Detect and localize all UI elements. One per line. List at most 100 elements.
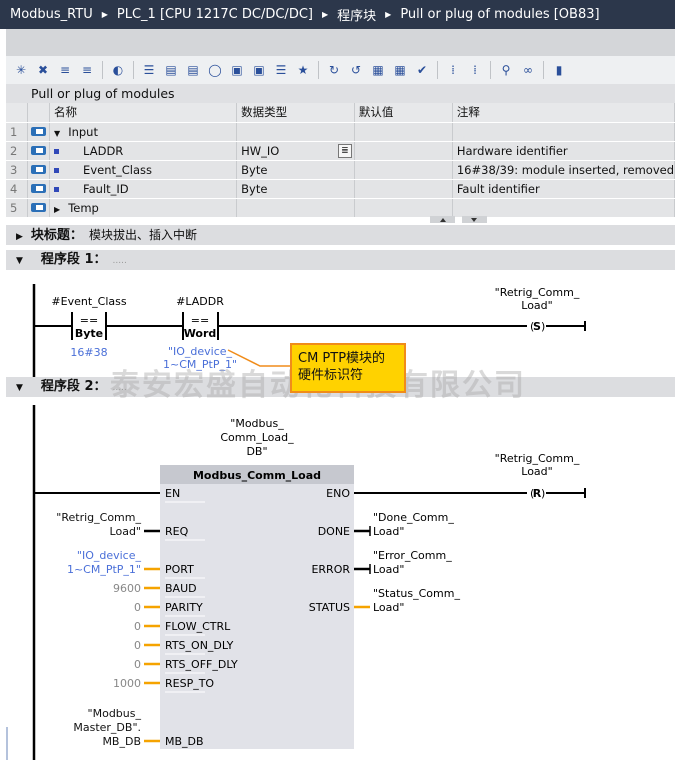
row-number: 2 (6, 141, 29, 161)
pin-label: DONE (318, 525, 350, 538)
comment-icon[interactable]: ◯ (206, 61, 224, 79)
pin-operand[interactable]: Load" (110, 525, 141, 538)
expand-icon[interactable]: ▶ (16, 232, 23, 242)
table-row[interactable]: 4 Fault_ID Byte Fault identifier (6, 179, 675, 199)
breadcrumb-item[interactable]: Modbus_RTU (10, 7, 93, 22)
table-scroll-buttons[interactable] (430, 216, 490, 223)
table-row[interactable]: 1 ▼ Input (6, 122, 675, 142)
col-name[interactable]: 名称 (49, 103, 238, 123)
type-cell[interactable] (236, 122, 355, 142)
collapse-icon[interactable]: ▼ (16, 383, 23, 393)
toolbar-separator (490, 61, 491, 79)
breadcrumb-item[interactable]: Pull or plug of modules [OB83] (400, 7, 599, 22)
reset-start-icon[interactable]: ↻ (325, 61, 343, 79)
network-1-header[interactable]: ▼ 程序段 1：..... (6, 250, 675, 270)
pin-operand[interactable]: 0 (134, 620, 141, 633)
monitor-icon[interactable]: ▦ (369, 61, 387, 79)
insert-row-icon[interactable]: ≡ (56, 61, 74, 79)
type-cell[interactable] (236, 198, 355, 218)
pin-operand[interactable]: Load" (373, 563, 404, 576)
block-title-row[interactable]: ▶ 块标题： 模块拔出、插入中断 (6, 225, 675, 245)
input-pin-parity[interactable]: PARITY 0 (134, 601, 205, 617)
input-pin-rts_off_dly[interactable]: RTS_OFF_DLY 0 (134, 658, 238, 674)
default-cell[interactable] (354, 160, 453, 180)
breadcrumb-item[interactable]: 程序块 (337, 5, 376, 24)
pin-operand[interactable]: 0 (134, 601, 141, 614)
name-cell[interactable]: LADDR (49, 141, 238, 161)
pin-operand[interactable]: "Modbus_ (88, 707, 142, 720)
breadcrumb-separator-icon: ▶ (385, 10, 392, 19)
name-cell[interactable]: Event_Class (49, 160, 238, 180)
reset-stop-icon[interactable]: ↺ (347, 61, 365, 79)
type-picker-icon[interactable]: ≣ (337, 143, 352, 158)
input-pin-en[interactable]: EN (34, 487, 205, 503)
pin-operand[interactable]: "Status_Comm_ (373, 587, 460, 600)
comment-cell[interactable] (452, 198, 675, 218)
name-cell[interactable]: Fault_ID (49, 179, 238, 199)
svg-text:"Retrig_Comm_: "Retrig_Comm_ (495, 452, 580, 465)
pin-operand[interactable]: Master_DB". (73, 721, 141, 734)
breadcrumb-item[interactable]: PLC_1 [CPU 1217C DC/DC/DC] (117, 7, 313, 22)
table-row[interactable]: 2 LADDR HW_IO ≣ Hardware identifier (6, 141, 675, 161)
pin-operand[interactable]: 1~CM_PtP_1" (67, 563, 141, 576)
pin-operand[interactable]: "IO_device_ (77, 549, 142, 562)
jump-icon[interactable]: ⁞ (444, 61, 462, 79)
pin-operand[interactable]: 9600 (113, 582, 141, 595)
type-cell[interactable]: Byte (236, 179, 355, 199)
pin-operand[interactable]: Load" (373, 601, 404, 614)
pin-operand[interactable]: "Done_Comm_ (373, 511, 454, 524)
pin-operand[interactable]: 1000 (113, 677, 141, 690)
plc-icon[interactable]: ◐ (109, 61, 127, 79)
jump2-icon[interactable]: ⁞ (466, 61, 484, 79)
svg-text:): ) (541, 320, 545, 333)
pin-operand[interactable]: 0 (134, 639, 141, 652)
col-type[interactable]: 数据类型 (236, 103, 355, 123)
favorites-icon[interactable]: ★ (294, 61, 312, 79)
input-pin-baud[interactable]: BAUD 9600 (113, 582, 205, 598)
expand-icon[interactable]: ▤ (184, 61, 202, 79)
col-comment[interactable]: 注释 (452, 103, 675, 123)
search-icon[interactable]: ⚲ (497, 61, 515, 79)
compare-icon[interactable]: ✔ (413, 61, 431, 79)
monitor2-icon[interactable]: ▦ (391, 61, 409, 79)
name-cell[interactable]: ▶ Temp (49, 198, 238, 218)
pin-operand[interactable]: 0 (134, 658, 141, 671)
split-icon[interactable]: ▮ (550, 61, 568, 79)
pin-operand[interactable]: Load" (373, 525, 404, 538)
type-cell[interactable]: Byte (236, 160, 355, 180)
svg-text:Load": Load" (521, 299, 552, 312)
collapse-icon[interactable]: ▼ (54, 129, 60, 138)
info-icon[interactable]: ☰ (272, 61, 290, 79)
insert-network-icon[interactable]: ✳ (12, 61, 30, 79)
type-cell[interactable]: HW_IO ≣ (236, 141, 355, 161)
output-pin-eno[interactable]: ENO (326, 487, 350, 500)
pin-operand[interactable]: "Retrig_Comm_ (56, 511, 141, 524)
col-default[interactable]: 默认值 (354, 103, 453, 123)
comment-cell[interactable]: Fault identifier (452, 179, 675, 199)
append-row-icon[interactable]: ≡ (78, 61, 96, 79)
glasses-icon[interactable]: ∞ (519, 61, 537, 79)
default-cell[interactable] (354, 179, 453, 199)
comment-cell[interactable]: Hardware identifier (452, 141, 675, 161)
delete-network-icon[interactable]: ✖ (34, 61, 52, 79)
pin-label: BAUD (165, 582, 197, 595)
default-cell[interactable] (354, 141, 453, 161)
collapse-icon[interactable]: ▤ (162, 61, 180, 79)
pin-operand[interactable]: "Error_Comm_ (373, 549, 452, 562)
default-cell[interactable] (354, 122, 453, 142)
operand-icon[interactable]: ▣ (228, 61, 246, 79)
symbol-icon[interactable]: ▣ (250, 61, 268, 79)
expand-icon[interactable]: ▶ (54, 205, 60, 214)
default-cell[interactable] (354, 198, 453, 218)
list-icon[interactable]: ☰ (140, 61, 158, 79)
name-cell[interactable]: ▼ Input (49, 122, 238, 142)
collapse-icon[interactable]: ▼ (16, 256, 23, 266)
input-pin-rts_on_dly[interactable]: RTS_ON_DLY 0 (134, 639, 234, 655)
table-row[interactable]: 5 ▶ Temp (6, 198, 675, 218)
table-row[interactable]: 3 Event_Class Byte 16#38/39: module inse… (6, 160, 675, 180)
pin-operand[interactable]: MB_DB (102, 735, 141, 748)
instance-db[interactable]: "Modbus_ Comm_Load_ DB" (220, 417, 294, 458)
comment-cell[interactable]: 16#38/39: module inserted, removed (452, 160, 675, 180)
comment-cell[interactable] (452, 122, 675, 142)
input-pin-flow_ctrl[interactable]: FLOW_CTRL 0 (134, 620, 231, 636)
